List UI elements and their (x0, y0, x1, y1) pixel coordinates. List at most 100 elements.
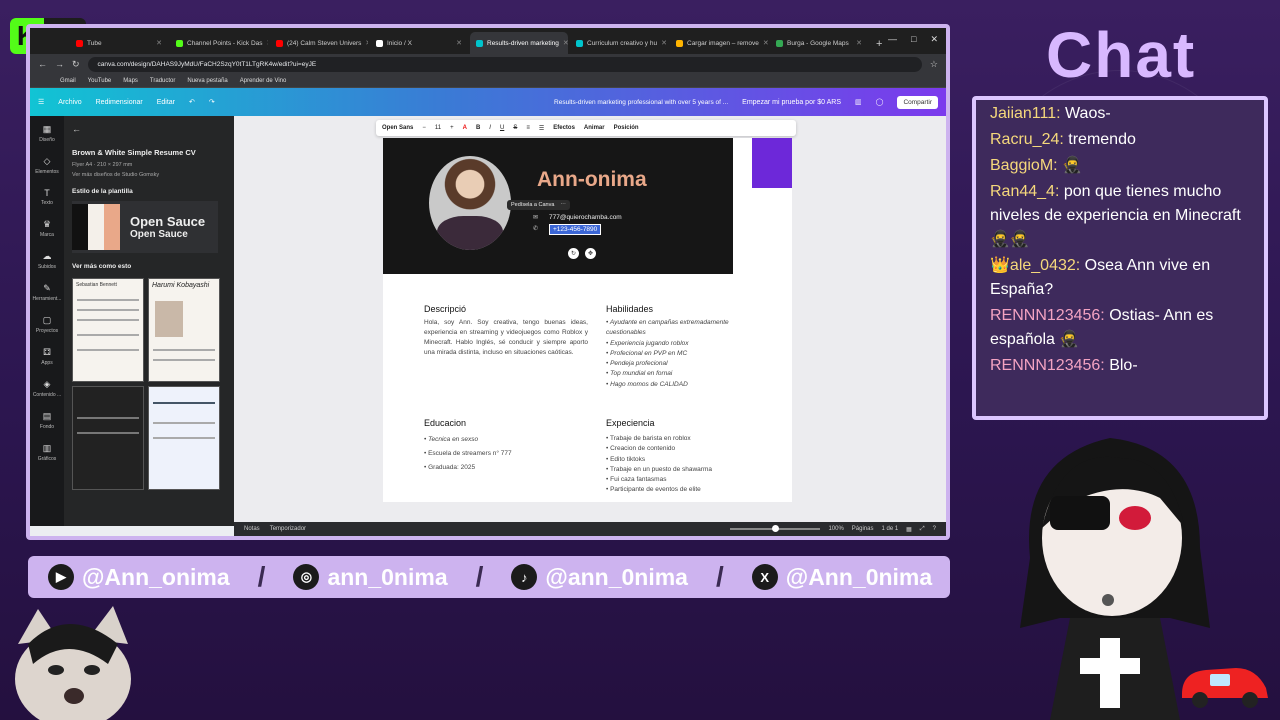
text-color-icon[interactable]: A (463, 125, 467, 131)
tab-close-icon[interactable]: ✕ (661, 39, 667, 47)
list-item[interactable]: Creacion de contenido (606, 444, 712, 454)
rail-item[interactable]: ▦ Diseño (39, 124, 55, 143)
file-menu[interactable]: Archivo (58, 99, 81, 106)
effects-button[interactable]: Efectos (553, 125, 575, 131)
rail-item[interactable]: ◈ Contenido ... (33, 379, 61, 398)
forward-icon[interactable]: → (55, 59, 64, 69)
rail-item[interactable]: ▥ Gráficos (38, 443, 57, 462)
list-item[interactable]: Tecnica en sexso (424, 433, 512, 447)
minimize-icon[interactable]: — (888, 34, 897, 45)
experience-list[interactable]: Trabaje de barista en robloxCreacion de … (606, 434, 712, 496)
undo-icon[interactable]: ↶ (189, 98, 195, 106)
rail-item[interactable]: ☁ Subidos (38, 251, 56, 270)
browser-tab[interactable]: (24) Calm Steven Univers✕ (270, 32, 368, 54)
pages-button[interactable]: Páginas (852, 526, 874, 532)
font-selector[interactable]: Open Sans (382, 125, 413, 131)
list-item[interactable]: Hago momos de CALIDAD (606, 380, 746, 390)
document-title[interactable]: Results-driven marketing professional wi… (554, 99, 728, 106)
resume-name[interactable]: Ann-onima (537, 168, 647, 192)
strikethrough-icon[interactable]: S (513, 125, 517, 131)
timer-button[interactable]: Temporizador (270, 526, 306, 532)
tab-close-icon[interactable]: ✕ (267, 39, 268, 47)
education-list[interactable]: Tecnica en sexsoEscuela de streamers n° … (424, 433, 512, 475)
rail-item[interactable]: ▢ Proyectos (36, 315, 58, 334)
list-item[interactable]: Trabaje en un puesto de shawarma (606, 465, 712, 475)
email-text[interactable]: 777@quierochamba.com (549, 214, 622, 221)
rail-item[interactable]: ♛ Marca (40, 219, 54, 238)
list-item[interactable]: Edito tiktoks (606, 455, 712, 465)
bookmark-item[interactable]: Traductor (150, 78, 175, 84)
notes-button[interactable]: Notas (244, 526, 260, 532)
tab-close-icon[interactable]: ✕ (763, 39, 768, 47)
browser-tab[interactable]: Results-driven marketing ✕ (470, 32, 568, 54)
grid-view-icon[interactable]: ▦ (906, 526, 912, 533)
browser-tab[interactable]: Channel Points - Kick Das ✕ (170, 32, 268, 54)
see-more-heading[interactable]: Ver más como esto (72, 263, 226, 270)
increase-size-icon[interactable]: + (450, 125, 454, 131)
resize-menu[interactable]: Redimensionar (96, 99, 143, 106)
redo-icon[interactable]: ↷ (209, 98, 215, 106)
list-item[interactable]: Graduada: 2025 (424, 461, 512, 475)
canva-ai-pill[interactable]: Pedísela a Canva ⋯ (507, 200, 570, 210)
list-item[interactable]: Escuela de streamers n° 777 (424, 447, 512, 461)
description-text[interactable]: Hola, soy Ann. Soy creativa, tengo buena… (424, 318, 588, 358)
list-item[interactable]: Pendeja profecional (606, 359, 746, 369)
rail-item[interactable]: ▤ Fondo (40, 411, 54, 430)
browser-tab[interactable]: Tube ✕ (70, 32, 168, 54)
back-arrow-icon[interactable]: ← (72, 124, 226, 134)
list-item[interactable]: Trabaje de barista en roblox (606, 434, 712, 444)
maximize-icon[interactable]: □ (911, 34, 916, 45)
browser-tab[interactable]: Cargar imagen – remove ✕ (670, 32, 768, 54)
bookmark-item[interactable]: YouTube (88, 78, 112, 84)
description-heading[interactable]: Descripció (424, 304, 466, 314)
url-field[interactable]: canva.com/design/DAHAS9JyMdU/FaCH2SzqY0t… (87, 56, 922, 72)
bookmark-item[interactable]: Nueva pestaña (187, 78, 227, 84)
zoom-level[interactable]: 100% (828, 526, 843, 532)
list-item[interactable]: Experiencia jugando roblox (606, 339, 746, 349)
list-item[interactable]: Fui caza fantasmas (606, 475, 712, 485)
template-thumbnail[interactable]: Sebastian Bennett (72, 278, 144, 382)
more-by-author-link[interactable]: Ver más diseños de Studio Gomsky (72, 172, 226, 178)
template-thumbnail[interactable] (72, 386, 144, 490)
underline-icon[interactable]: U (500, 125, 504, 131)
rail-item[interactable]: ✎ Herramient... (33, 283, 62, 302)
new-tab-icon[interactable]: + (870, 38, 888, 54)
back-icon[interactable]: ← (38, 59, 47, 69)
tab-close-icon[interactable]: ✕ (856, 39, 862, 47)
reload-icon[interactable]: ↻ (72, 59, 80, 70)
template-thumbnail[interactable] (148, 386, 220, 490)
bookmark-item[interactable]: Gmail (60, 78, 76, 84)
rail-item[interactable]: ◇ Elementos (35, 156, 59, 175)
browser-tab[interactable]: Burga - Google Maps ✕ (770, 32, 868, 54)
bookmark-item[interactable]: Aprender de Vino (240, 78, 287, 84)
education-heading[interactable]: Educacion (424, 418, 466, 428)
list-icon[interactable]: ☰ (539, 125, 544, 132)
rail-item[interactable]: ⚃ Apps (41, 347, 52, 366)
trial-button[interactable]: Empezar mi prueba por $0 ARS (742, 99, 841, 106)
tab-close-icon[interactable]: ✕ (563, 39, 568, 47)
tab-close-icon[interactable]: ✕ (156, 39, 162, 47)
bookmark-item[interactable]: Maps (123, 78, 138, 84)
tab-close-icon[interactable]: ✕ (365, 39, 368, 47)
fullscreen-icon[interactable]: ⤢ (920, 526, 925, 533)
edit-menu[interactable]: Editar (157, 99, 175, 106)
help-icon[interactable]: ? (933, 526, 936, 532)
comment-icon[interactable]: ◯ (876, 98, 884, 106)
move-icon[interactable]: ✥ (585, 248, 596, 259)
rotate-icon[interactable]: ↻ (568, 248, 579, 259)
list-item[interactable]: Profecional en PVP en MC (606, 349, 746, 359)
analytics-icon[interactable]: ▥ (855, 98, 862, 106)
more-options-icon[interactable]: ⋯ (560, 202, 566, 208)
tab-close-icon[interactable]: ✕ (456, 39, 462, 47)
share-button[interactable]: Compartir (897, 95, 938, 109)
align-icon[interactable]: ≡ (526, 125, 530, 131)
rail-item[interactable]: T Texto (41, 188, 53, 206)
list-item[interactable]: Top mundial en fornai (606, 369, 746, 379)
skills-list[interactable]: Ayudante en campañas extremadamente cues… (606, 318, 746, 390)
font-size[interactable]: 11 (435, 125, 441, 131)
bookmark-star-icon[interactable]: ☆ (930, 59, 938, 70)
zoom-slider[interactable] (730, 525, 821, 532)
template-style-card[interactable]: Open Sauce Open Sauce (72, 201, 218, 253)
decrease-size-icon[interactable]: − (422, 125, 426, 131)
animate-button[interactable]: Animar (584, 125, 605, 131)
